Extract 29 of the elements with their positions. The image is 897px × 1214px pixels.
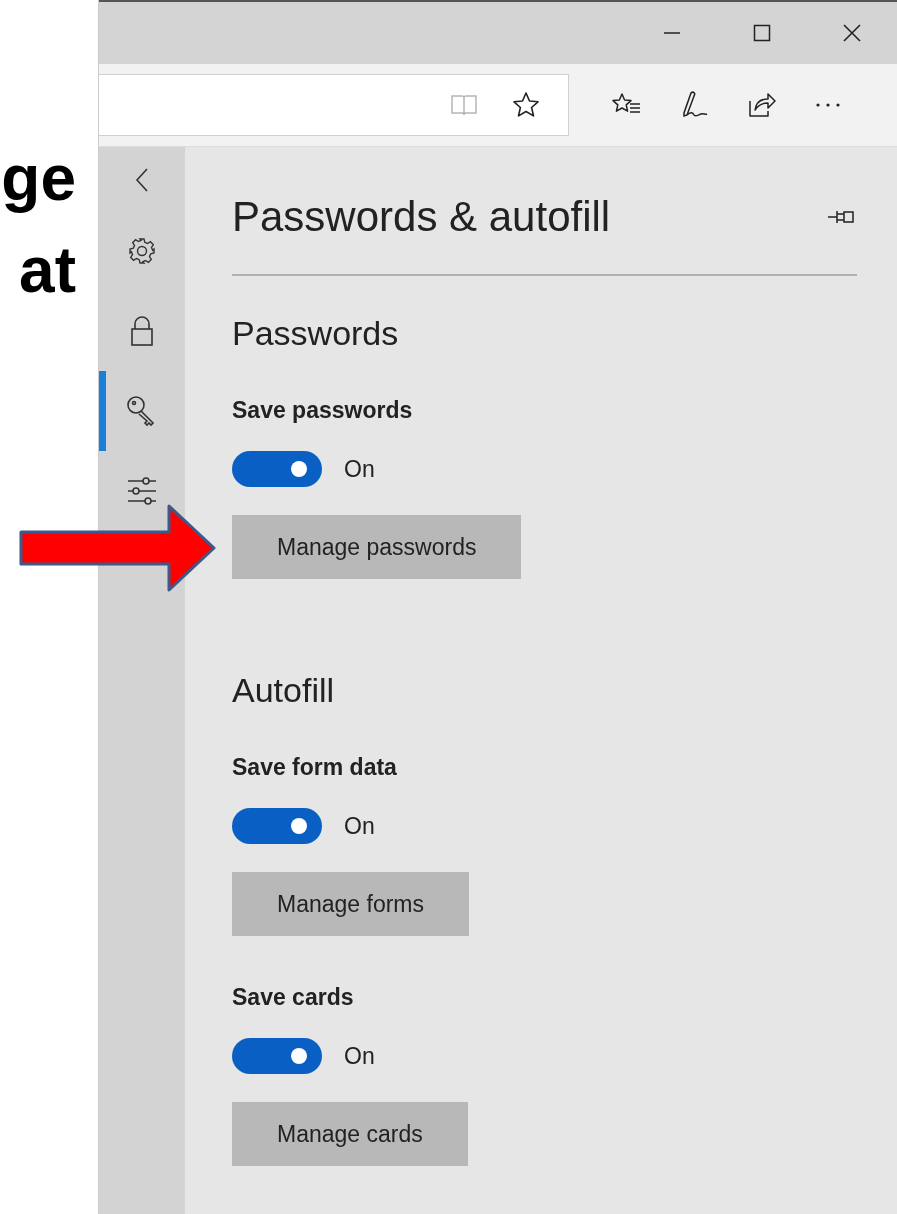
toggle-state-text: On — [344, 1042, 375, 1070]
close-icon — [842, 23, 862, 43]
slide-heading-text: ge — [1, 141, 76, 216]
setting-label: Save cards — [232, 983, 355, 1011]
sliders-icon — [126, 475, 158, 507]
slide-heading-text: at — [19, 233, 76, 308]
setting-label: Save passwords — [232, 396, 414, 424]
setting-label: Save form data — [232, 753, 398, 781]
gear-icon — [127, 236, 157, 266]
panel-title: Passwords & autofill — [232, 193, 611, 241]
address-field[interactable] — [99, 74, 569, 136]
toggle-switch[interactable] — [232, 451, 322, 487]
pin-icon — [827, 208, 855, 226]
chevron-left-icon — [135, 167, 149, 193]
toggle-switch[interactable] — [232, 808, 322, 844]
manage-button[interactable]: Manage cards — [232, 1102, 468, 1166]
section-heading: Passwords — [232, 313, 400, 353]
section-heading: Autofill — [232, 670, 336, 710]
more-icon[interactable] — [815, 102, 841, 108]
manage-button[interactable]: Manage forms — [232, 872, 469, 936]
share-icon[interactable] — [747, 91, 777, 119]
star-icon[interactable] — [512, 91, 540, 119]
minimize-icon — [663, 32, 681, 34]
manage-button[interactable]: Manage passwords — [232, 515, 522, 579]
toggle-switch[interactable] — [232, 1038, 322, 1074]
toggle-state-text: On — [344, 812, 375, 840]
toggle-state-text: On — [344, 455, 375, 483]
lock-icon — [130, 315, 154, 347]
maximize-icon — [753, 24, 771, 42]
